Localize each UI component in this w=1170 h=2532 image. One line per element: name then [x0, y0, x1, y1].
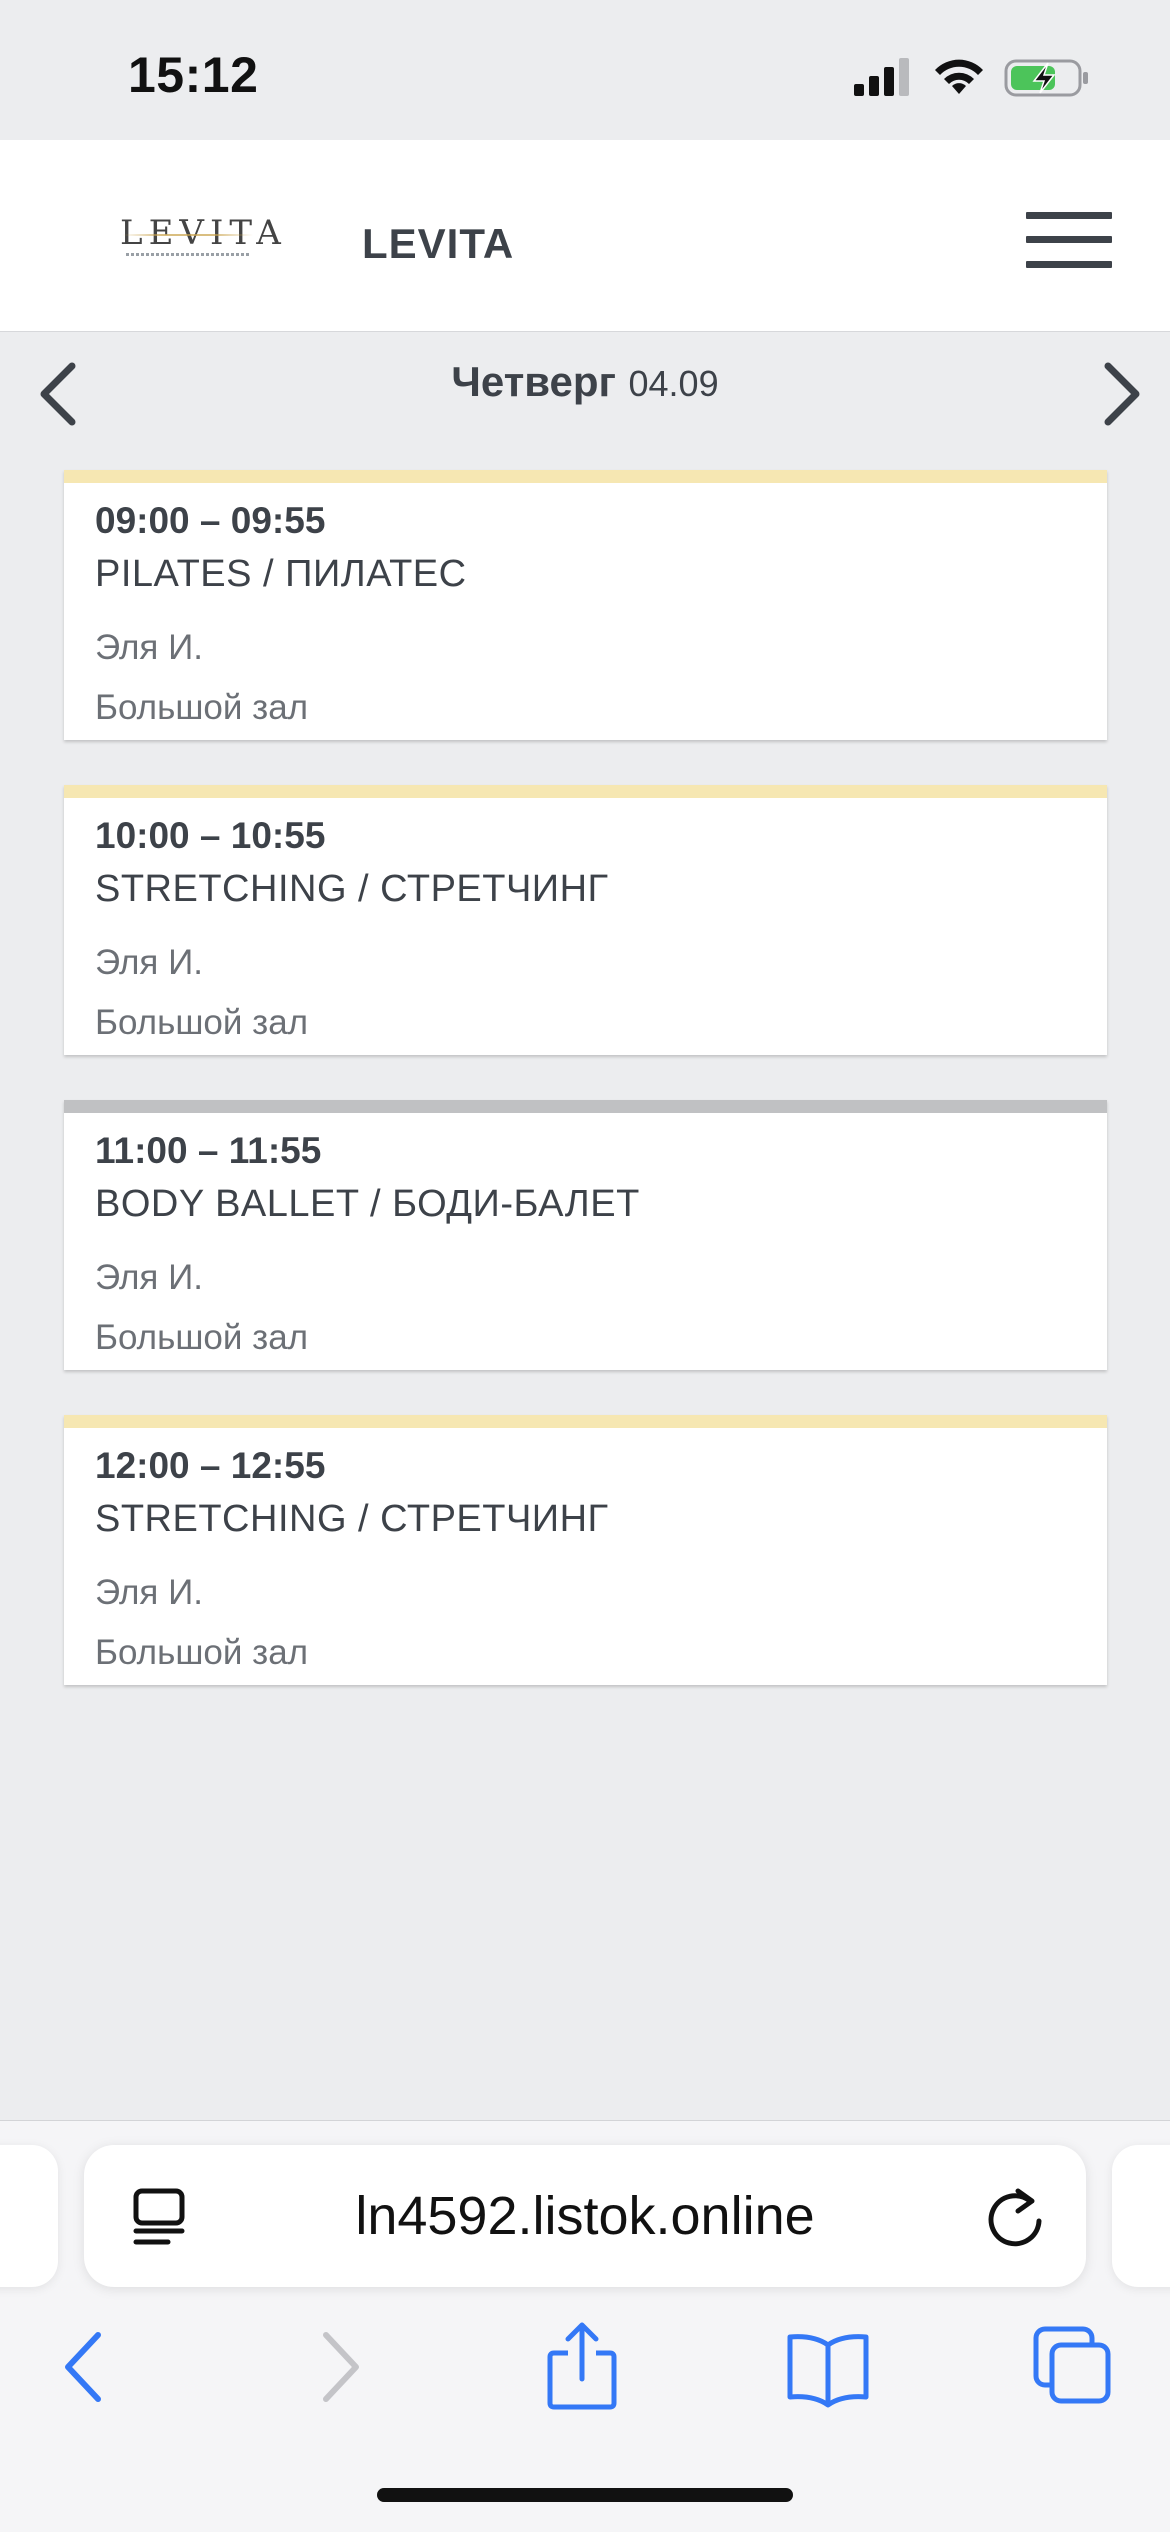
class-time: 12:00 – 12:55	[95, 1445, 326, 1486]
class-room: Большой зал	[95, 1003, 309, 1042]
class-card-status-bar	[64, 785, 1107, 798]
wifi-icon	[935, 59, 983, 94]
tabs-button[interactable]	[1026, 2319, 1122, 2415]
menu-button[interactable]	[1026, 212, 1112, 268]
previous-tab-preview[interactable]	[0, 2145, 58, 2287]
cellular-signal-icon	[854, 58, 909, 96]
day-title: Четверг 04.09	[0, 358, 1170, 406]
home-indicator	[377, 2488, 793, 2502]
browser-toolbar: ln4592.listok.online	[0, 2120, 1170, 2532]
day-name: Четверг	[451, 358, 617, 405]
class-room: Большой зал	[95, 1633, 309, 1672]
brand-name[interactable]: LEVITA	[362, 220, 514, 268]
class-trainer: Эля И.	[95, 1573, 203, 1612]
bookmarks-book-icon	[787, 2334, 869, 2408]
tabs-icon	[1033, 2326, 1111, 2404]
address-bar[interactable]: ln4592.listok.online	[84, 2145, 1086, 2287]
class-title: STRETCHING / СТРЕТЧИНГ	[95, 1498, 609, 1540]
battery-charging-icon	[1004, 59, 1088, 97]
class-trainer: Эля И.	[95, 943, 203, 982]
class-title: STRETCHING / СТРЕТЧИНГ	[95, 868, 609, 910]
site-header: LEVITA LEVITA	[0, 140, 1170, 332]
class-card[interactable]: 10:00 – 10:55 STRETCHING / СТРЕТЧИНГ Эля…	[64, 785, 1107, 1055]
reload-icon[interactable]	[984, 2185, 1046, 2249]
url-text[interactable]: ln4592.listok.online	[84, 2185, 1086, 2247]
logo-accent-line	[122, 234, 253, 236]
hamburger-icon-line	[1026, 212, 1112, 219]
next-tab-preview[interactable]	[1112, 2145, 1170, 2287]
chevron-right-icon	[1104, 362, 1140, 426]
hamburger-icon-line	[1026, 261, 1112, 268]
status-time: 15:12	[128, 47, 259, 103]
bookmarks-button[interactable]	[780, 2319, 876, 2415]
logo[interactable]: LEVITA	[120, 213, 287, 260]
class-room: Большой зал	[95, 688, 309, 727]
logo-tagline-mark	[126, 253, 249, 256]
class-trainer: Эля И.	[95, 628, 203, 667]
share-button[interactable]	[534, 2319, 630, 2415]
status-bar: 15:12	[0, 0, 1170, 140]
class-trainer: Эля И.	[95, 1258, 203, 1297]
class-title: BODY BALLET / БОДИ-БАЛЕТ	[95, 1183, 640, 1225]
day-navigation: Четверг 04.09	[0, 332, 1170, 442]
class-card-status-bar	[64, 1100, 1107, 1113]
day-date: 04.09	[628, 363, 719, 404]
logo-text: LEVITA	[120, 213, 287, 253]
back-chevron-icon	[65, 2332, 101, 2402]
class-card[interactable]: 12:00 – 12:55 STRETCHING / СТРЕТЧИНГ Эля…	[64, 1415, 1107, 1685]
class-card[interactable]: 11:00 – 11:55 BODY BALLET / БОДИ-БАЛЕТ Э…	[64, 1100, 1107, 1370]
status-icons	[854, 54, 1090, 102]
back-button[interactable]	[38, 2319, 134, 2415]
class-time: 10:00 – 10:55	[95, 815, 326, 856]
next-day-button[interactable]	[1090, 358, 1150, 428]
class-time: 09:00 – 09:55	[95, 500, 326, 541]
class-card-status-bar	[64, 470, 1107, 483]
class-room: Большой зал	[95, 1318, 309, 1357]
hamburger-icon-line	[1026, 236, 1112, 243]
share-icon	[547, 2322, 617, 2410]
class-card[interactable]: 09:00 – 09:55 PILATES / ПИЛАТЕС Эля И. Б…	[64, 470, 1107, 740]
forward-button[interactable]	[290, 2319, 386, 2415]
class-time: 11:00 – 11:55	[95, 1130, 322, 1171]
forward-chevron-icon	[323, 2332, 359, 2402]
class-card-status-bar	[64, 1415, 1107, 1428]
class-title: PILATES / ПИЛАТЕС	[95, 553, 467, 595]
